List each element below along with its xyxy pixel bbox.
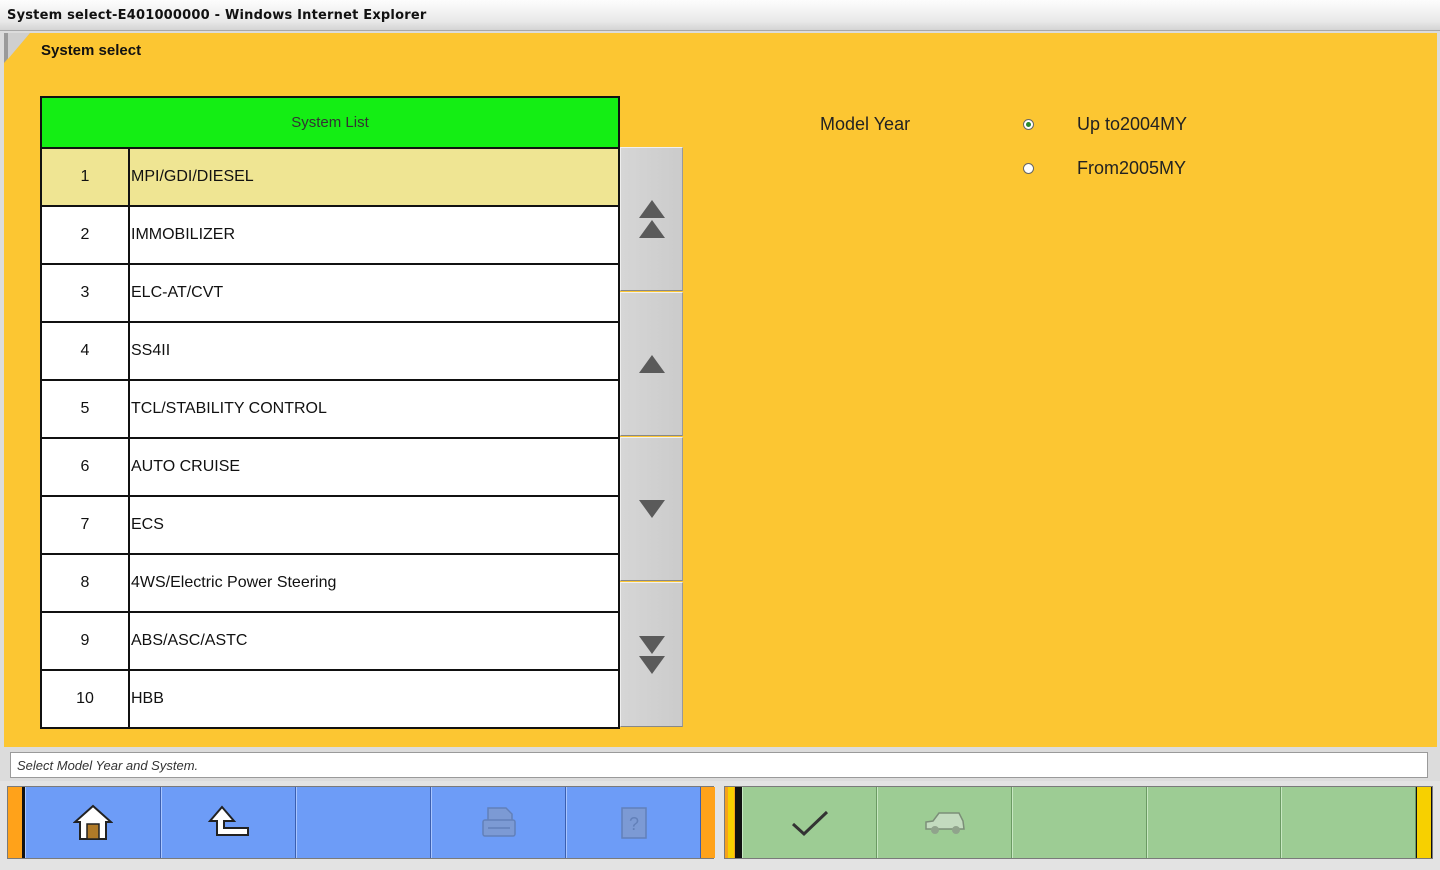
system-list-header: System List — [42, 98, 618, 149]
toolbar-end-cap — [1417, 787, 1431, 858]
svg-text:?: ? — [628, 814, 638, 834]
double-down-arrow-icon — [638, 655, 665, 674]
system-row[interactable]: 5 TCL/STABILITY CONTROL — [42, 381, 618, 439]
model-year-radio-from-2005[interactable] — [1023, 163, 1034, 174]
page-title: System select — [41, 42, 142, 59]
status-message: Select Model Year and System. — [10, 752, 1428, 778]
system-row-number: 4 — [42, 323, 130, 379]
system-row-number: 10 — [42, 671, 130, 727]
help-button: ? — [566, 787, 701, 858]
system-row-name: MPI/GDI/DIESEL — [131, 168, 254, 185]
confirm-button[interactable] — [742, 787, 877, 858]
checkmark-icon — [791, 810, 828, 836]
system-row-name: 4WS/Electric Power Steering — [131, 574, 337, 591]
window-titlebar: System select-E401000000 - Windows Inter… — [0, 0, 1440, 31]
double-down-arrow-icon — [638, 635, 665, 654]
system-row-name: HBB — [131, 690, 164, 707]
system-row-number: 8 — [42, 555, 130, 611]
scroll-up-button[interactable] — [620, 292, 683, 436]
printer-icon — [481, 806, 516, 837]
toolbar-end-cap — [701, 787, 715, 858]
down-arrow-icon — [638, 500, 665, 518]
system-row-name: SS4II — [131, 342, 171, 359]
toolbar-end-cap — [728, 787, 734, 858]
toolbar-blank-button — [1012, 787, 1147, 858]
system-row[interactable]: 4 SS4II — [42, 323, 618, 381]
toolbar-blank-button — [1281, 787, 1416, 858]
print-button — [431, 787, 566, 858]
system-row-name: IMMOBILIZER — [131, 226, 236, 243]
system-row[interactable]: 3 ELC-AT/CVT — [42, 265, 618, 323]
scroll-page-up-button[interactable] — [620, 147, 683, 291]
system-row[interactable]: 7 ECS — [42, 497, 618, 555]
left-toolbar: ? — [7, 786, 715, 859]
window-title: System select-E401000000 - Windows Inter… — [7, 8, 427, 23]
system-row-number: 5 — [42, 381, 130, 437]
double-up-arrow-icon — [638, 220, 665, 238]
right-toolbar — [724, 786, 1433, 859]
system-row[interactable]: 9 ABS/ASC/ASTC — [42, 613, 618, 671]
scroll-page-down-button[interactable] — [620, 582, 683, 727]
system-row-number: 9 — [42, 613, 130, 669]
back-up-arrow-icon — [207, 804, 249, 836]
vehicle-button — [877, 787, 1012, 858]
scroll-down-button[interactable] — [620, 437, 683, 581]
toolbar-blank-button — [1147, 787, 1281, 858]
model-year-option-label[interactable]: From2005MY — [1077, 158, 1186, 179]
back-button[interactable] — [161, 787, 296, 858]
system-row[interactable]: 2 IMMOBILIZER — [42, 207, 618, 265]
model-year-radio-up-to-2004[interactable] — [1023, 119, 1034, 130]
double-up-arrow-icon — [638, 200, 665, 218]
panel-corner-decoration — [4, 33, 30, 63]
vehicle-icon — [924, 811, 965, 834]
system-row-number: 1 — [42, 149, 130, 205]
system-row-name: TCL/STABILITY CONTROL — [131, 400, 327, 417]
system-row[interactable]: 10 HBB — [42, 671, 618, 727]
system-row-name: ECS — [131, 516, 164, 533]
help-icon: ? — [620, 806, 647, 839]
system-row-number: 6 — [42, 439, 130, 495]
system-row[interactable]: 1 MPI/GDI/DIESEL — [42, 149, 618, 207]
system-row[interactable]: 6 AUTO CRUISE — [42, 439, 618, 497]
system-row[interactable]: 8 4WS/Electric Power Steering — [42, 555, 618, 613]
model-year-label: Model Year — [820, 114, 911, 134]
home-button[interactable] — [25, 787, 161, 858]
system-row-number: 3 — [42, 265, 130, 321]
system-row-number: 2 — [42, 207, 130, 263]
list-scroll-buttons — [620, 147, 683, 727]
toolbar-end-cap — [8, 787, 22, 858]
toolbar-blank-button — [296, 787, 431, 858]
system-row-name: ABS/ASC/ASTC — [131, 632, 248, 649]
system-row-number: 7 — [42, 497, 130, 553]
system-list-table: System List 1 MPI/GDI/DIESEL 2 IMMOBILIZ… — [40, 96, 620, 729]
model-year-option-label[interactable]: Up to2004MY — [1077, 114, 1187, 135]
up-arrow-icon — [638, 355, 665, 373]
home-icon — [73, 804, 113, 840]
system-row-name: AUTO CRUISE — [131, 458, 241, 475]
system-row-name: ELC-AT/CVT — [131, 284, 224, 301]
